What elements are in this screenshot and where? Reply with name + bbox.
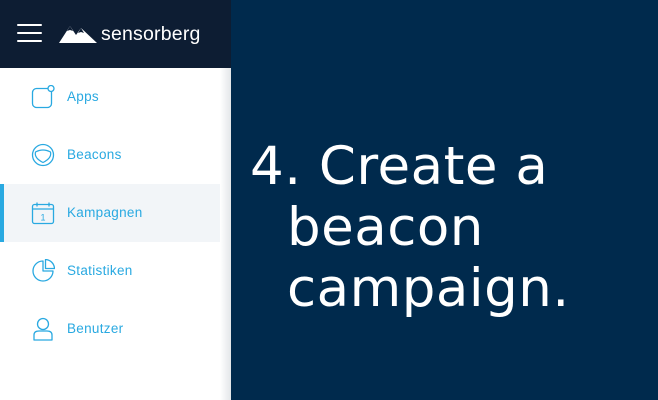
hero-title-line-3: campaign. <box>287 258 570 319</box>
pie-chart-icon <box>32 259 55 282</box>
sidebar-item-kampagnen[interactable]: 1 Kampagnen <box>0 184 220 242</box>
sensorberg-mountain-logo-icon <box>59 26 97 43</box>
hamburger-menu-icon[interactable] <box>17 23 42 43</box>
sidebar-item-beacons[interactable]: Beacons <box>0 126 220 184</box>
hero-panel: 4. Create a beacon campaign. <box>231 0 658 400</box>
sidebar: sensorberg Apps Beacons 1 Kampagnen Stat… <box>0 0 231 400</box>
sidebar-item-label: Beacons <box>67 147 122 162</box>
sidebar-item-label: Kampagnen <box>67 205 143 220</box>
top-bar: sensorberg <box>0 0 231 68</box>
user-icon <box>33 317 53 341</box>
beacon-icon <box>31 143 55 167</box>
calendar-icon: 1 <box>31 202 55 225</box>
brand-logo[interactable]: sensorberg <box>59 22 201 46</box>
calendar-day-number: 1 <box>40 213 45 223</box>
hero-title-line-1: 4. Create a <box>250 136 549 197</box>
sidebar-item-label: Benutzer <box>67 321 124 336</box>
sidebar-item-label: Apps <box>67 89 99 104</box>
sidebar-item-statistiken[interactable]: Statistiken <box>0 242 220 300</box>
sidebar-item-apps[interactable]: Apps <box>0 68 220 126</box>
brand-name: sensorberg <box>101 22 201 45</box>
sidebar-item-label: Statistiken <box>67 263 133 278</box>
sidebar-item-benutzer[interactable]: Benutzer <box>0 300 220 358</box>
sidebar-edge-shadow <box>220 68 231 400</box>
hero-title-line-2: beacon <box>287 197 484 258</box>
app-icon <box>31 85 55 109</box>
